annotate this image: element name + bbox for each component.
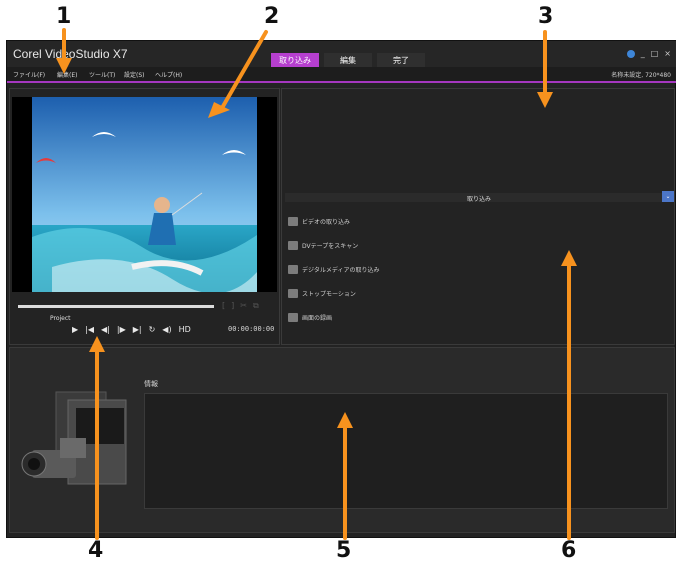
callout-arrows [56,28,577,540]
